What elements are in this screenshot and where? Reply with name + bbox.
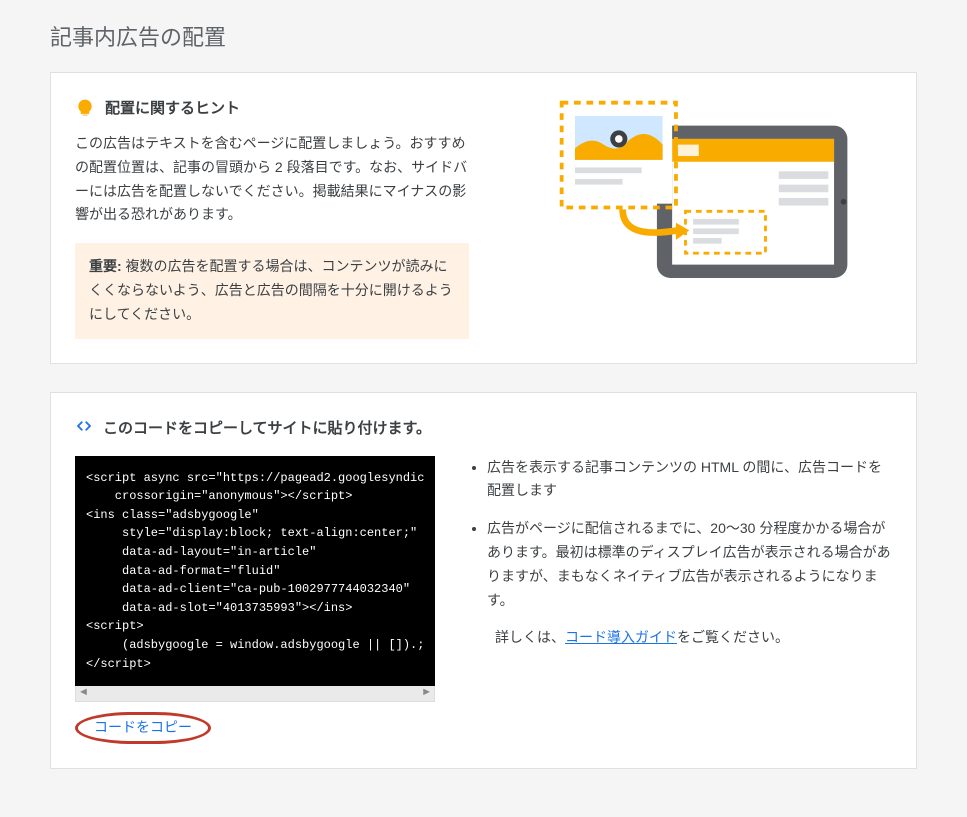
code-card: このコードをコピーしてサイトに貼り付けます。 <script async src… bbox=[50, 392, 917, 770]
code-guide-link[interactable]: コード導入ガイド bbox=[565, 629, 677, 645]
notice-label: 重要: bbox=[89, 258, 122, 274]
detail-prefix: 詳しくは、 bbox=[495, 629, 565, 645]
list-item: 広告を表示する記事コンテンツの HTML の間に、広告コードを配置します bbox=[487, 456, 892, 504]
horizontal-scrollbar[interactable] bbox=[75, 686, 435, 702]
important-notice: 重要: 複数の広告を配置する場合は、コンテンツが読みにくくならないよう、広告と広… bbox=[75, 243, 469, 338]
detail-line: 詳しくは、コード導入ガイドをご覧ください。 bbox=[469, 626, 892, 650]
hint-header-title: 配置に関するヒント bbox=[105, 97, 240, 118]
copy-code-link[interactable]: コードをコピー bbox=[94, 719, 192, 735]
instructions-list: 広告を表示する記事コンテンツの HTML の間に、広告コードを配置します 広告が… bbox=[469, 456, 892, 613]
placement-hint-card: 配置に関するヒント この広告はテキストを含むページに配置しましょう。おすすめの配… bbox=[50, 72, 917, 364]
lightbulb-icon bbox=[75, 98, 95, 118]
code-brackets-icon bbox=[75, 417, 93, 438]
code-header-title: このコードをコピーしてサイトに貼り付けます。 bbox=[103, 417, 431, 438]
list-item: 広告がページに配信されるまでに、20～30 分程度かかる場合があります。最初は標… bbox=[487, 517, 892, 612]
hint-body-text: この広告はテキストを含むページに配置しましょう。おすすめの配置位置は、記事の冒頭… bbox=[75, 132, 469, 227]
code-snippet-box[interactable]: <script async src="https://pagead2.googl… bbox=[75, 456, 435, 687]
detail-suffix: をご覧ください。 bbox=[677, 629, 789, 645]
notice-body: 複数の広告を配置する場合は、コンテンツが読みにくくならないよう、広告と広告の間隔… bbox=[89, 258, 453, 322]
placement-illustration-icon bbox=[525, 97, 865, 297]
copy-highlight-ellipse: コードをコピー bbox=[75, 712, 211, 744]
page-title: 記事内広告の配置 bbox=[50, 20, 917, 52]
